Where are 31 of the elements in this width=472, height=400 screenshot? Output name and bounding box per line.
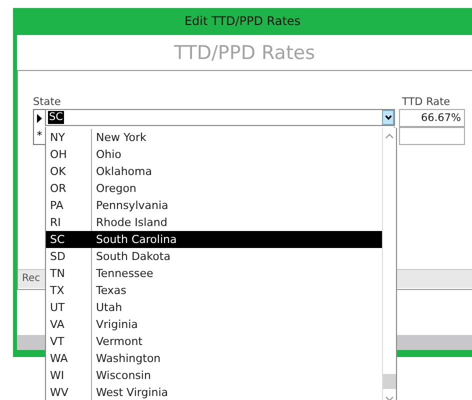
rate-field[interactable]: 66.67%	[399, 109, 465, 127]
dropdown-item[interactable]: SD South Dakota	[46, 248, 382, 265]
dropdown-item[interactable]: VT Vermont	[46, 333, 382, 350]
dropdown-item[interactable]: UT Utah	[46, 299, 382, 316]
state-combo-box[interactable]: SC	[45, 109, 395, 126]
dropdown-item[interactable]: TN Tennessee	[46, 265, 382, 282]
navigation-label: Rec	[22, 273, 40, 284]
window-title: Edit TTD/PPD Rates	[183, 13, 302, 30]
dropdown-item[interactable]: OR Oregon	[46, 180, 382, 197]
chevron-down-icon	[384, 115, 392, 120]
dropdown-item[interactable]: OK Oklahoma	[46, 163, 382, 180]
column-header: TTD Rate	[402, 96, 450, 108]
scrollbar-thumb[interactable]	[383, 374, 396, 389]
record-selector[interactable]	[33, 109, 45, 128]
dropdown-item[interactable]: WI Wisconsin	[46, 367, 382, 384]
column-header: State	[33, 96, 62, 108]
dropdown-item[interactable]: OH Ohio	[46, 146, 382, 163]
dropdown-item[interactable]: VA Vriginia	[46, 316, 382, 333]
rate-field[interactable]	[399, 127, 465, 145]
dropdown-item[interactable]: PA Pennsylvania	[46, 197, 382, 214]
scrollbar[interactable]	[382, 128, 396, 400]
dropdown-item[interactable]: WA Washington	[46, 350, 382, 367]
dropdown-item[interactable]: WV West Virginia	[46, 384, 382, 400]
dropdown-button[interactable]	[382, 110, 394, 125]
current-record-icon	[37, 114, 42, 123]
form-heading: TTD/PPD Rates	[174, 42, 315, 64]
new-record-selector[interactable]: *	[33, 127, 45, 145]
scroll-up-icon[interactable]	[385, 133, 394, 139]
dropdown-item[interactable]: SC South Carolina	[46, 231, 382, 248]
dropdown-item[interactable]: TX Texas	[46, 282, 382, 299]
dropdown-item[interactable]: NY New York	[46, 129, 382, 146]
